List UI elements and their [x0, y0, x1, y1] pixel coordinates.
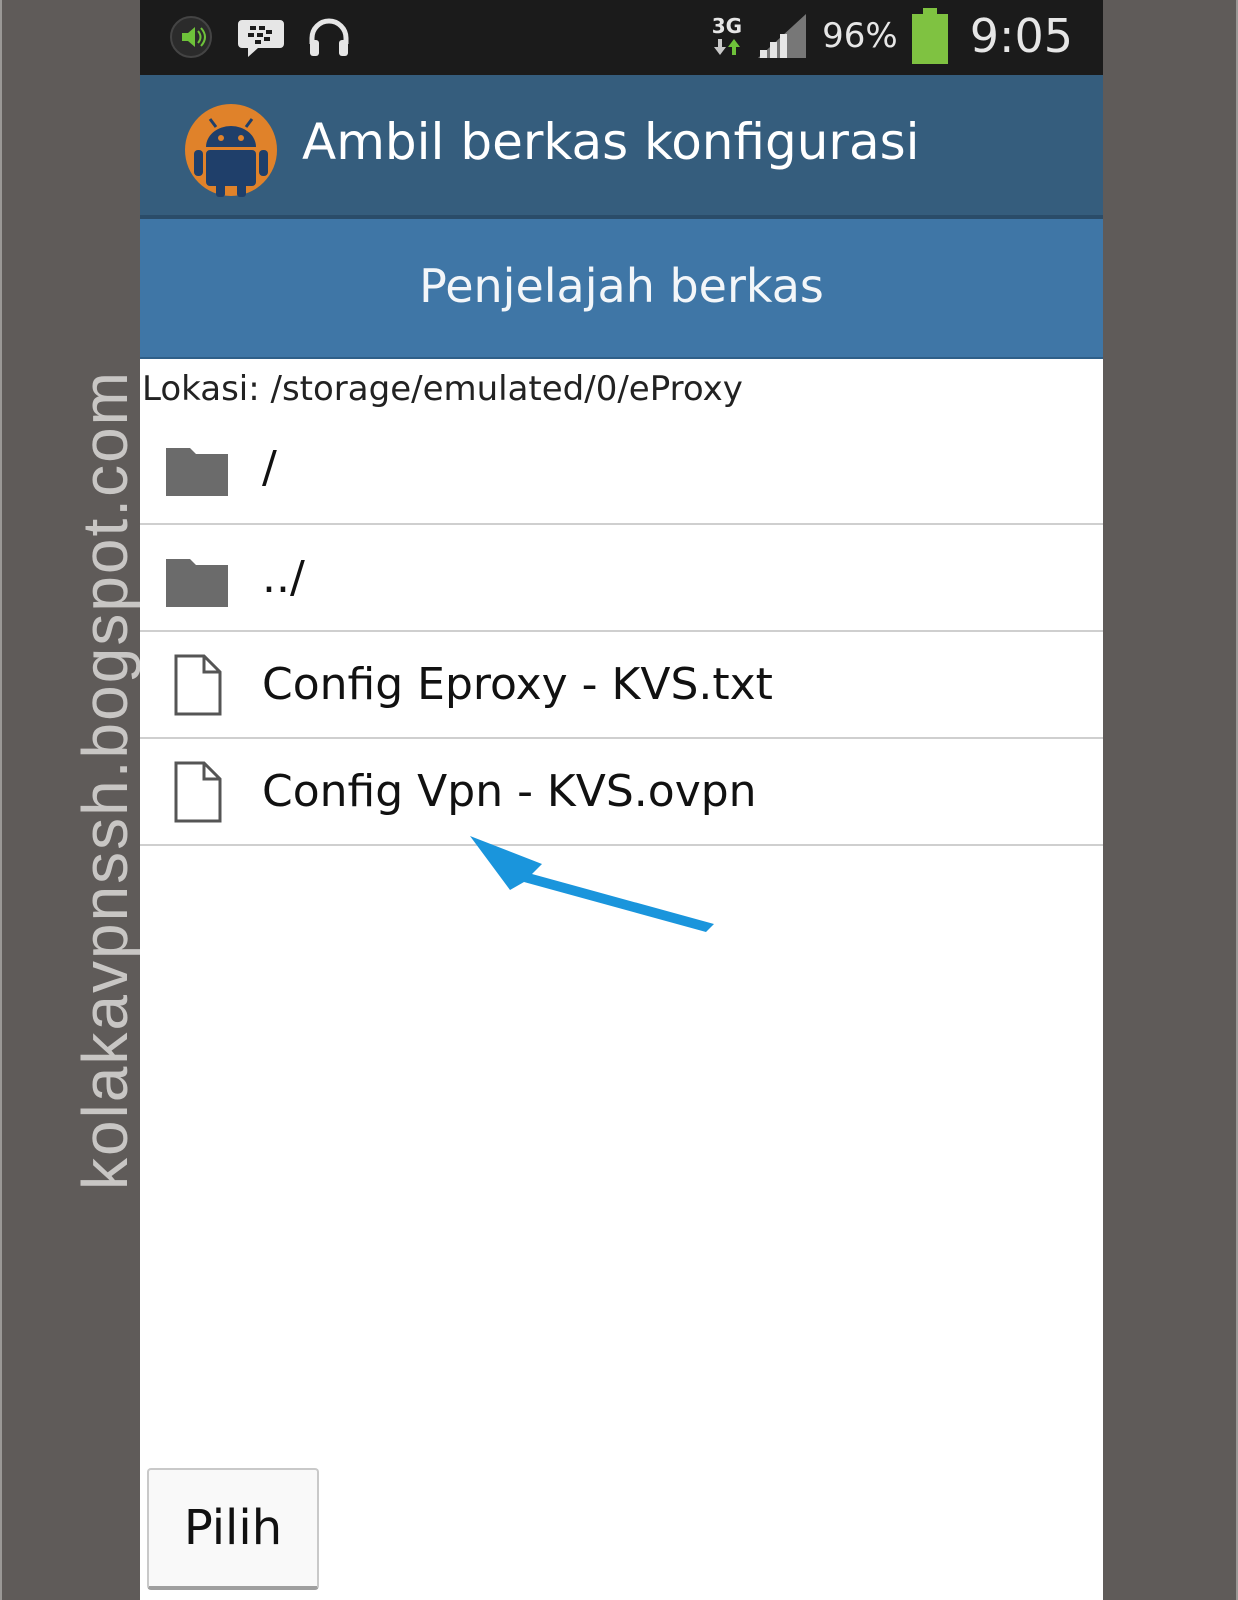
android-app-icon — [185, 104, 277, 197]
network-indicator: 3G — [712, 15, 742, 57]
pick-button[interactable]: Pilih — [147, 1468, 319, 1590]
file-row-vpn[interactable]: Config Vpn - KVS.ovpn — [140, 739, 1103, 846]
signal-icon — [758, 14, 807, 58]
tab-label: Penjelajah berkas — [419, 259, 824, 313]
status-bar: 3G 96% 9:05 — [140, 0, 1103, 75]
data-arrows-icon — [713, 39, 740, 55]
status-right-group: 3G 96% 9:05 — [712, 8, 1073, 64]
headset-icon — [309, 18, 349, 56]
file-row-label: / — [262, 441, 277, 493]
location-path: Lokasi: /storage/emulated/0/eProxy — [142, 369, 743, 409]
file-icon — [174, 654, 222, 715]
action-bar: Ambil berkas konfigurasi — [140, 75, 1103, 219]
file-row-label: ../ — [262, 552, 305, 603]
file-row-eproxy[interactable]: Config Eproxy - KVS.txt — [140, 632, 1103, 739]
watermark-text: kolakavpnssh.bogspot.com — [69, 370, 141, 1190]
pointer-arrow-annotation — [470, 836, 714, 932]
bbm-icon — [238, 20, 284, 57]
status-clock: 9:05 — [969, 9, 1073, 63]
folder-icon — [166, 448, 228, 496]
volume-icon — [170, 16, 212, 58]
file-row-label: Config Eproxy - KVS.txt — [262, 659, 773, 710]
phone-screen: 3G 96% 9:05 Ambil berkas konfigurasi Pen… — [140, 0, 1103, 1600]
file-row-root[interactable]: / — [140, 411, 1103, 525]
tab-file-browser[interactable]: Penjelajah berkas — [140, 219, 1103, 359]
file-icon — [174, 761, 222, 822]
file-row-parent[interactable]: ../ — [140, 525, 1103, 632]
folder-icon — [166, 558, 228, 607]
right-frame — [1103, 0, 1238, 1600]
battery-icon — [911, 8, 948, 64]
battery-percent: 96% — [822, 16, 898, 56]
page-title: Ambil berkas konfigurasi — [302, 113, 920, 171]
file-row-label: Config Vpn - KVS.ovpn — [262, 766, 757, 817]
network-type: 3G — [711, 14, 743, 38]
